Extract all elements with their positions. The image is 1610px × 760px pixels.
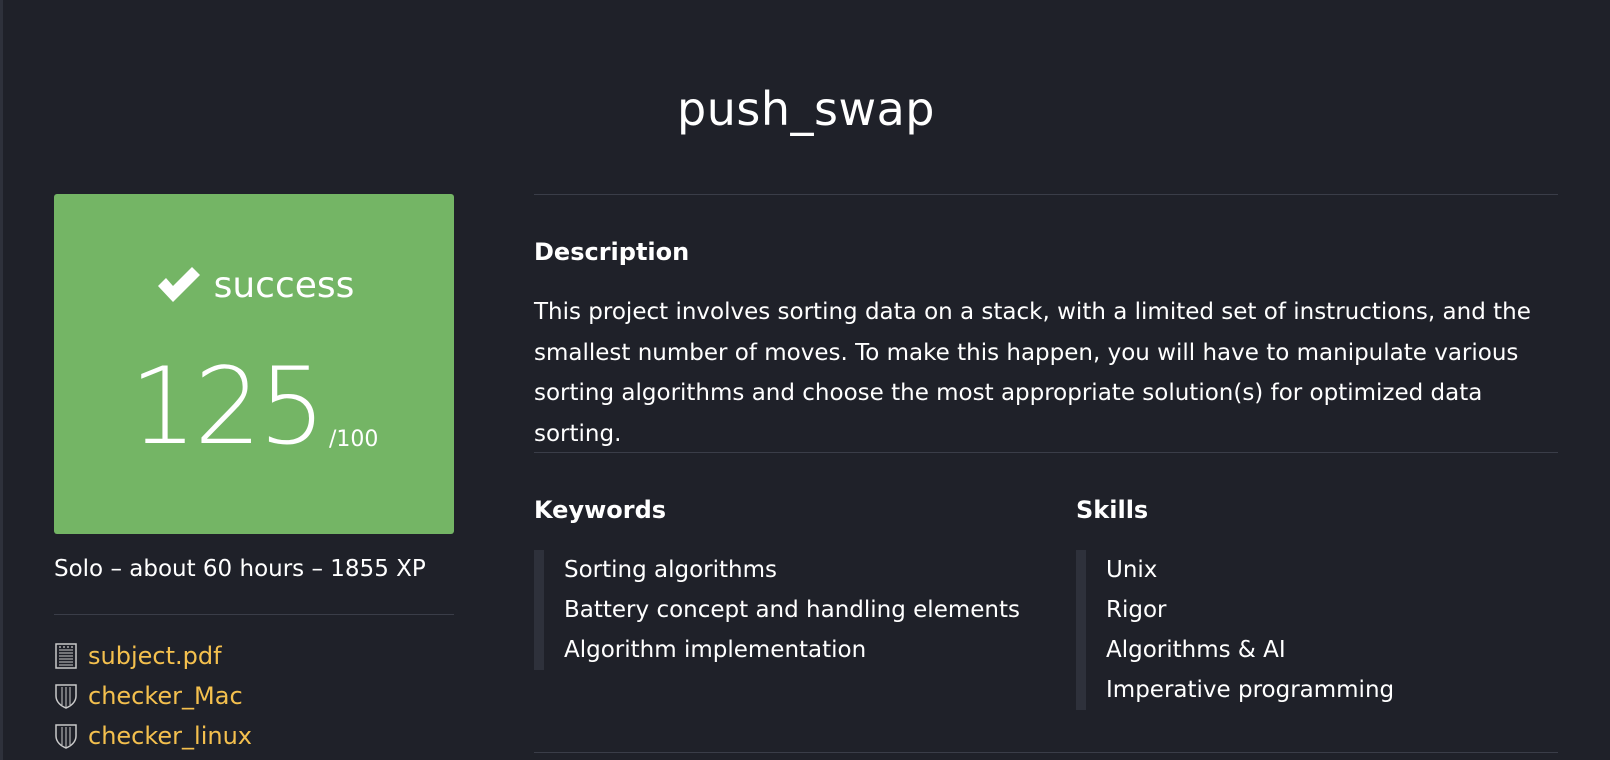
skill-item: Imperative programming	[1106, 677, 1395, 703]
keywords-list: Sorting algorithms Battery concept and h…	[534, 550, 1020, 670]
skills-heading: Skills	[1076, 496, 1149, 524]
score-value: 125	[129, 345, 326, 468]
skill-item: Algorithms & AI	[1106, 637, 1286, 663]
score-display: 125 /100	[54, 354, 454, 460]
skills-list: Unix Rigor Algorithms & AI Imperative pr…	[1076, 550, 1394, 710]
file-link-checker-mac[interactable]: checker_Mac	[54, 676, 252, 716]
checkmark-icon	[157, 267, 200, 302]
shield-icon	[55, 684, 77, 709]
skill-item: Rigor	[1106, 597, 1167, 623]
result-status: success	[54, 264, 454, 306]
description-heading: Description	[534, 238, 690, 266]
keyword-item: Algorithm implementation	[564, 637, 867, 663]
file-label: checker_Mac	[88, 682, 243, 710]
file-link-subject[interactable]: subject.pdf	[54, 636, 252, 676]
skill-item: Unix	[1106, 557, 1158, 583]
score-max: /100	[328, 427, 379, 452]
keywords-heading: Keywords	[534, 496, 667, 524]
description-text: This project involves sorting data on a …	[534, 299, 1531, 447]
file-label: checker_linux	[88, 722, 253, 750]
file-list: subject.pdf checker_Mac checker_linux	[54, 636, 252, 756]
page-title: push_swap	[677, 82, 935, 136]
result-card: success 125 /100	[54, 194, 454, 534]
keyword-item: Sorting algorithms	[564, 557, 778, 583]
status-label: success	[213, 264, 355, 306]
divider	[534, 194, 1558, 195]
keyword-item: Battery concept and handling elements	[564, 597, 1020, 623]
file-label: subject.pdf	[88, 642, 222, 670]
divider	[534, 752, 1558, 753]
document-icon	[55, 643, 77, 669]
left-border	[0, 0, 3, 760]
divider	[54, 614, 454, 615]
divider	[534, 452, 1558, 453]
project-meta: Solo – about 60 hours – 1855 XP	[54, 556, 426, 582]
shield-icon	[55, 724, 77, 749]
file-link-checker-linux[interactable]: checker_linux	[54, 716, 252, 756]
